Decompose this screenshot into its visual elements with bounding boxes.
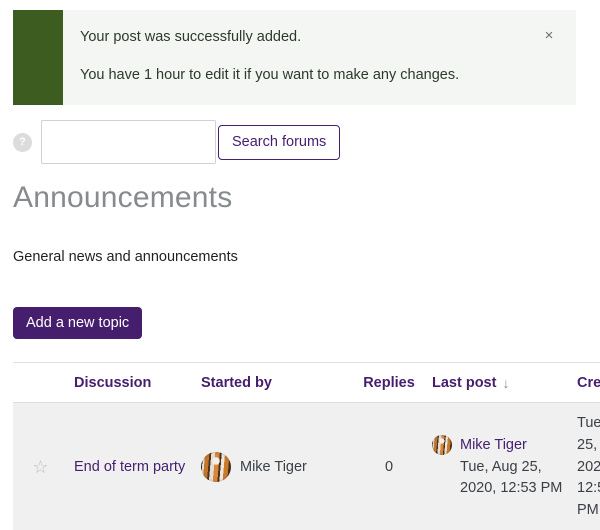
discussion-cell: End of term party	[68, 401, 195, 530]
table-header-row: Discussion Started by Replies Last post ↓…	[13, 363, 600, 403]
sort-by-started-by-link[interactable]: Started by	[201, 375, 272, 391]
sort-by-replies-link[interactable]: Replies	[363, 375, 415, 391]
forum-description: General news and announcements	[13, 249, 238, 265]
alert-message-secondary: You have 1 hour to edit it if you want t…	[80, 66, 460, 83]
sort-by-discussion-link[interactable]: Discussion	[74, 375, 151, 391]
forum-search-row: ? Search forums	[13, 120, 341, 164]
started-by-name[interactable]: Mike Tiger	[240, 459, 307, 475]
page-title: Announcements	[13, 181, 233, 214]
created-cell: Tue, Aug 25, 2020, 12:53 PM	[571, 401, 600, 530]
last-post-user-link[interactable]: Mike Tiger	[460, 435, 565, 457]
close-icon[interactable]: ×	[538, 24, 560, 46]
column-header-replies: Replies	[352, 363, 426, 403]
alert-accent-bar	[13, 10, 63, 105]
discussion-link[interactable]: End of term party	[74, 459, 185, 475]
discussions-table-wrapper: Discussion Started by Replies Last post ↓…	[13, 362, 600, 530]
alert-message-primary: Your post was successfully added.	[80, 29, 302, 45]
last-post-cell: Mike Tiger Tue, Aug 25, 2020, 12:53 PM	[426, 401, 571, 530]
search-forums-button[interactable]: Search forums	[218, 124, 341, 160]
column-header-last-post: Last post ↓	[426, 363, 571, 403]
discussions-table: Discussion Started by Replies Last post ↓…	[13, 363, 600, 530]
sort-by-created-link[interactable]: Created	[577, 375, 600, 391]
sort-descending-icon[interactable]: ↓	[502, 375, 509, 391]
replies-cell: 0	[352, 401, 426, 530]
alert-body: Your post was successfully added. You ha…	[63, 10, 576, 105]
started-by-cell: Mike Tiger	[195, 401, 352, 530]
avatar[interactable]	[432, 434, 452, 455]
column-header-started-by: Started by	[195, 363, 352, 403]
favourite-cell: ☆	[13, 401, 68, 530]
search-input[interactable]	[41, 120, 216, 164]
add-new-topic-button[interactable]: Add a new topic	[13, 307, 143, 339]
column-header-discussion: Discussion	[68, 363, 195, 403]
help-icon[interactable]: ?	[13, 132, 32, 152]
table-row: ☆ End of term party Mike Tiger 0 Mike Ti…	[13, 401, 600, 530]
avatar[interactable]	[201, 452, 231, 483]
column-header-created: Created	[571, 363, 600, 403]
forum-page: Your post was successfully added. You ha…	[0, 0, 600, 530]
last-post-date: Tue, Aug 25, 2020, 12:53 PM	[460, 458, 563, 497]
column-header-star	[13, 363, 68, 403]
sort-by-last-post-link[interactable]: Last post	[432, 375, 496, 391]
star-icon[interactable]: ☆	[32, 458, 48, 476]
success-alert: Your post was successfully added. You ha…	[13, 10, 576, 105]
